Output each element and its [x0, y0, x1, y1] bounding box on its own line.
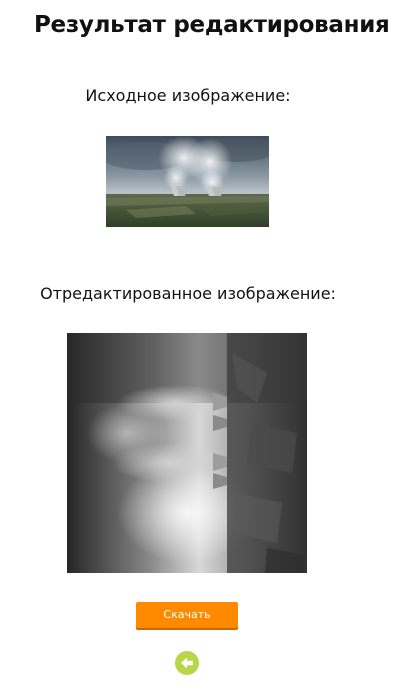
- download-button[interactable]: Скачать: [136, 602, 238, 628]
- back-button[interactable]: [175, 651, 199, 675]
- edited-image-label: Отредактированное изображение:: [40, 284, 336, 303]
- original-image: [106, 136, 269, 227]
- edited-image: [67, 333, 307, 573]
- page-title: Результат редактирования: [34, 12, 390, 38]
- back-arrow-icon: [181, 657, 193, 669]
- original-image-label: Исходное изображение:: [85, 86, 291, 105]
